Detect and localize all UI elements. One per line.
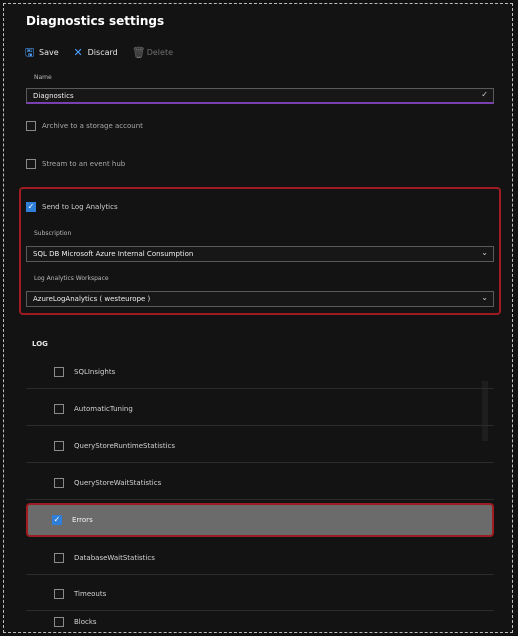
name-value: Diagnostics [33,92,74,100]
log-item-label: Blocks [74,618,97,626]
errors-checkbox[interactable]: ✓ [52,515,62,525]
log-item-timeouts[interactable]: Timeouts [26,577,494,611]
log-item-label: DatabaseWaitStatistics [74,553,155,562]
workspace-select[interactable]: AzureLogAnalytics ( westeurope ) ⌄ [26,291,494,307]
log-item-label: Errors [72,516,93,524]
stream-checkbox[interactable] [26,159,36,169]
log-item-querystorewaitstatistics[interactable]: QueryStoreWaitStatistics [26,466,494,500]
log-item-automatictuning[interactable]: AutomaticTuning [26,392,494,426]
close-icon: ✕ [73,45,83,59]
save-label: Save [39,47,59,57]
archive-label: Archive to a storage account [42,122,143,130]
log-item-blocks[interactable]: Blocks [26,611,494,633]
discard-label: Discard [87,47,118,57]
delete-button[interactable]: 🗑 Delete [132,47,173,58]
check-icon: ✓ [481,90,488,99]
archive-checkbox-row[interactable]: Archive to a storage account [26,121,143,131]
stream-checkbox-row[interactable]: Stream to an event hub [26,159,125,169]
querystoreruntimestatistics-checkbox[interactable] [54,440,64,451]
subscription-value: SQL DB Microsoft Azure Internal Consumpt… [33,250,194,258]
checkmark-icon: ✓ [53,515,61,524]
workspace-label: Log Analytics Workspace [34,275,109,282]
log-item-errors[interactable]: ✓ Errors [26,503,494,537]
automatictuning-checkbox[interactable] [54,403,64,414]
log-analytics-label: Send to Log Analytics [42,203,118,211]
trash-icon: 🗑 [131,45,146,59]
delete-label: Delete [146,47,174,57]
subscription-select[interactable]: SQL DB Microsoft Azure Internal Consumpt… [26,246,494,262]
databasewaitstatistics-checkbox[interactable] [54,552,64,563]
log-analytics-checkbox-row[interactable]: ✓ Send to Log Analytics [26,202,118,212]
log-item-label: Timeouts [74,589,107,598]
toolbar: 🖫 Save ✕ Discard 🗑 Delete [24,42,173,62]
log-item-label: QueryStoreWaitStatistics [74,478,162,487]
checkmark-icon: ✓ [27,202,35,211]
blocks-checkbox[interactable] [54,617,64,627]
save-icon: 🖫 [24,45,35,59]
log-item-label: AutomaticTuning [74,404,133,413]
chevron-down-icon: ⌄ [481,248,488,257]
timeouts-checkbox[interactable] [54,588,64,599]
name-label: Name [34,74,52,81]
log-item-label: QueryStoreRuntimeStatistics [74,441,176,450]
save-button[interactable]: 🖫 Save [24,47,59,58]
log-item-querystoreruntimestatistics[interactable]: QueryStoreRuntimeStatistics [26,429,494,463]
page-title: Diagnostics settings [26,14,165,28]
workspace-value: AzureLogAnalytics ( westeurope ) [33,295,151,303]
name-field[interactable]: Diagnostics ✓ [26,88,494,104]
log-item-databasewaitstatistics[interactable]: DatabaseWaitStatistics [26,541,494,575]
log-item-label: SQLInsights [74,367,116,376]
subscription-label: Subscription [34,230,72,237]
querystorewaitstatistics-checkbox[interactable] [54,477,64,488]
log-section-heading: LOG [32,340,48,348]
archive-checkbox[interactable] [26,121,36,131]
chevron-down-icon: ⌄ [481,293,488,302]
log-item-sqlinsights[interactable]: SQLInsights [26,355,494,389]
stream-label: Stream to an event hub [42,160,126,168]
sqlinsights-checkbox[interactable] [54,366,64,377]
diagnostics-panel: Diagnostics settings 🖫 Save ✕ Discard 🗑 … [3,3,513,633]
log-analytics-checkbox[interactable]: ✓ [26,202,36,212]
discard-button[interactable]: ✕ Discard [73,47,118,58]
